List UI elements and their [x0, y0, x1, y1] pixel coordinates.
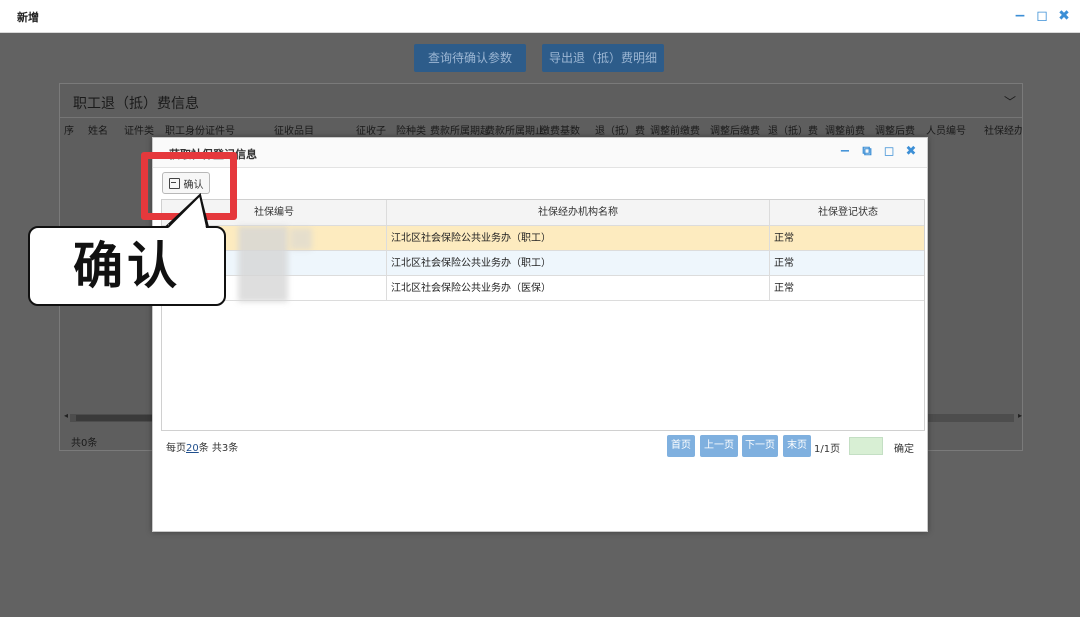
- column-header: 社保经办: [984, 126, 1022, 137]
- close-icon[interactable]: ✖: [903, 144, 919, 160]
- column-header: 征收品目: [274, 126, 314, 137]
- outer-window-title: 新增: [17, 11, 39, 24]
- cell-org: 江北区社会保险公共业务办（职工）: [387, 251, 770, 275]
- restore-icon[interactable]: ⧉: [859, 144, 875, 160]
- column-header: 退（抵）费: [595, 126, 645, 137]
- redacted-area: [238, 226, 288, 302]
- column-header: 人员编号: [926, 126, 966, 137]
- chevron-down-icon[interactable]: ﹀: [1004, 93, 1016, 110]
- column-header: 调整前缴费: [650, 126, 700, 137]
- column-header: 调整前费: [825, 126, 865, 137]
- scrollbar-thumb[interactable]: [76, 415, 161, 421]
- panel-title: 职工退（抵）费信息: [73, 96, 199, 112]
- column-header: 职工身份证件号: [165, 126, 235, 137]
- column-header: 征收子: [356, 126, 386, 137]
- cell-org: 江北区社会保险公共业务办（医保）: [387, 276, 770, 300]
- column-header: 险种类: [396, 126, 426, 137]
- maximize-icon[interactable]: ◻: [1034, 8, 1050, 24]
- page-jump-input[interactable]: [849, 437, 883, 455]
- outer-window-controls: − ◻ ✖: [1012, 8, 1072, 24]
- panel-header[interactable]: 职工退（抵）费信息 ﹀: [60, 84, 1022, 118]
- column-header: 缴费基数: [540, 126, 580, 137]
- minimize-icon[interactable]: −: [1012, 8, 1028, 24]
- column-header: 证件类: [124, 126, 154, 137]
- dialog-controls: − ⧉ ◻ ✖: [837, 144, 919, 160]
- column-header-status[interactable]: 社保登记状态: [770, 200, 926, 225]
- cell-org: 江北区社会保险公共业务办（职工）: [387, 226, 770, 250]
- close-icon[interactable]: ✖: [1056, 8, 1072, 24]
- social-security-dialog: 获取社保登记信息 − ⧉ ◻ ✖ 确认 社保编号 社保经办机构名称 社保登记状态…: [152, 137, 928, 532]
- maximize-icon[interactable]: ◻: [881, 144, 897, 160]
- grid-header-row: 社保编号 社保经办机构名称 社保登记状态: [162, 200, 924, 226]
- pager-per-page-prefix: 每页: [166, 443, 186, 454]
- callout-tail-cover: [167, 193, 208, 228]
- record-count: 共0条: [71, 438, 98, 449]
- scroll-left-icon[interactable]: ◂: [64, 411, 68, 420]
- column-header: 调整后费: [875, 126, 915, 137]
- column-header: 序: [64, 126, 74, 137]
- column-header: 费款所属期起: [430, 126, 490, 137]
- last-page-button[interactable]: 末页: [783, 435, 811, 457]
- export-refund-detail-button[interactable]: 导出退（抵）费明细: [542, 44, 664, 72]
- first-page-button[interactable]: 首页: [667, 435, 695, 457]
- column-header: 调整后缴费: [710, 126, 760, 137]
- column-header-org[interactable]: 社保经办机构名称: [387, 200, 770, 225]
- pager-info: 每页20条 共3条: [166, 439, 238, 454]
- prev-page-button[interactable]: 上一页: [700, 435, 738, 457]
- query-pending-params-button[interactable]: 查询待确认参数: [414, 44, 526, 72]
- page-size-selector[interactable]: 20: [186, 443, 199, 454]
- minimize-icon[interactable]: −: [837, 144, 853, 160]
- social-security-grid: 社保编号 社保经办机构名称 社保登记状态 江北区社会保险公共业务办（职工） 正常…: [161, 199, 925, 431]
- scroll-right-icon[interactable]: ▸: [1018, 411, 1022, 420]
- cell-status: 正常: [774, 258, 794, 269]
- column-header: 费款所属期止: [485, 126, 545, 137]
- cell-status: 正常: [774, 233, 794, 244]
- callout-text: 确认: [73, 237, 181, 295]
- page-jump-button[interactable]: 确定: [894, 440, 914, 455]
- callout-bubble: 确认: [28, 226, 226, 306]
- next-page-button[interactable]: 下一页: [742, 435, 778, 457]
- page-indicator: 1/1页: [814, 444, 841, 455]
- column-header: 退（抵）费: [768, 126, 818, 137]
- cell-status: 正常: [774, 283, 794, 294]
- dialog-titlebar: 获取社保登记信息 − ⧉ ◻ ✖: [153, 138, 927, 168]
- column-header: 姓名: [88, 126, 108, 137]
- redacted-area: [290, 228, 312, 250]
- outer-window-titlebar: 新增 − ◻ ✖: [0, 0, 1080, 33]
- pager-total: 条 共3条: [198, 443, 239, 454]
